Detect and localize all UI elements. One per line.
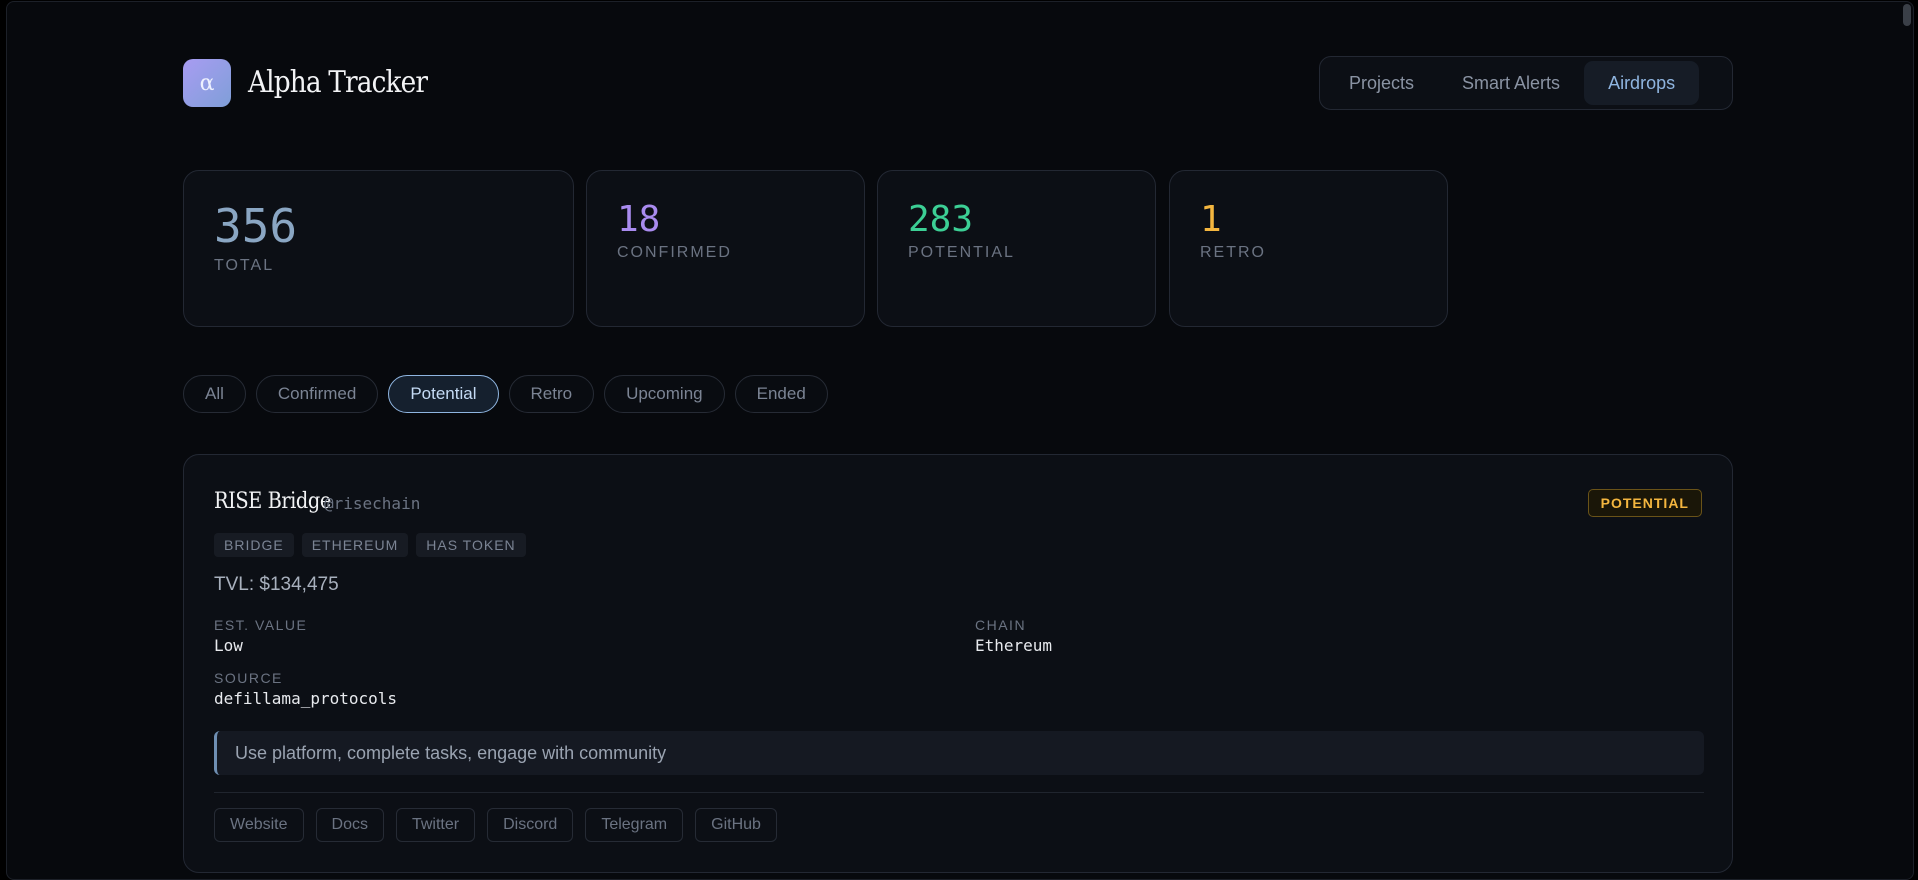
stat-label-total: Total [214,257,275,274]
filter-confirmed[interactable]: Confirmed [255,375,379,413]
chain-label: CHAIN [975,617,1027,633]
stat-value-potential: 283 [908,199,974,240]
filter-upcoming[interactable]: Upcoming [604,375,725,413]
chain-value: Ethereum [975,636,1053,655]
filter-retro[interactable]: Retro [508,375,595,413]
scrollbar-thumb[interactable] [1903,4,1911,26]
status-badge: POTENTIAL [1587,489,1702,517]
card-divider [214,792,1704,793]
nav-projects[interactable]: Projects [1325,61,1438,105]
project-title[interactable]: RISE Bridge [214,489,331,514]
filter-chips: All Confirmed Potential Retro Upcoming E… [183,375,828,413]
nav-smart-alerts[interactable]: Smart Alerts [1438,61,1584,105]
link-twitter[interactable]: Twitter [395,808,476,842]
task-note: Use platform, complete tasks, engage wit… [214,731,1704,775]
brand-name[interactable]: Alpha Tracker [248,65,428,100]
tag-ethereum: ETHEREUM [301,533,409,557]
est-value-value: Low [214,636,243,655]
link-telegram[interactable]: Telegram [585,808,684,842]
stat-label-potential: Potential [908,244,1015,261]
header: α Alpha Tracker Projects Smart Alerts Ai… [183,56,1733,112]
stats-row: 356 Total 18 Confirmed 283 Potential 1 R… [183,170,1733,327]
est-value-label: EST. VALUE [214,617,308,633]
stat-card-potential: 283 Potential [877,170,1156,327]
stat-card-confirmed: 18 Confirmed [586,170,865,327]
filter-potential[interactable]: Potential [388,375,499,413]
main-nav: Projects Smart Alerts Airdrops [1319,56,1733,110]
source-value: defillama_protocols [214,689,398,708]
stat-label-retro: Retro [1200,244,1266,261]
tag-bridge: BRIDGE [214,533,294,557]
filter-ended[interactable]: Ended [734,375,828,413]
link-discord[interactable]: Discord [487,808,574,842]
stat-label-confirmed: Confirmed [617,244,732,261]
airdrop-card: RISE Bridge @risechain POTENTIAL BRIDGE … [183,454,1733,873]
stat-card-retro: 1 Retro [1169,170,1448,327]
source-label: SOURCE [214,670,283,686]
logo-icon[interactable]: α [183,59,231,107]
stat-value-total: 356 [214,199,298,253]
filter-all[interactable]: All [183,375,246,413]
link-buttons: Website Docs Twitter Discord Telegram Gi… [214,808,777,842]
app-window: α Alpha Tracker Projects Smart Alerts Ai… [6,1,1914,880]
stat-card-total: 356 Total [183,170,574,327]
stat-value-confirmed: 18 [617,199,661,240]
link-website[interactable]: Website [214,808,304,842]
link-github[interactable]: GitHub [695,808,777,842]
tag-list: BRIDGE ETHEREUM HAS TOKEN [214,533,526,557]
project-handle: @risechain [324,494,421,513]
nav-airdrops[interactable]: Airdrops [1584,61,1700,105]
tvl-text: TVL: $134,475 [214,574,339,595]
tag-has-token: HAS TOKEN [416,533,526,557]
stat-value-retro: 1 [1200,199,1222,240]
link-docs[interactable]: Docs [315,808,384,842]
